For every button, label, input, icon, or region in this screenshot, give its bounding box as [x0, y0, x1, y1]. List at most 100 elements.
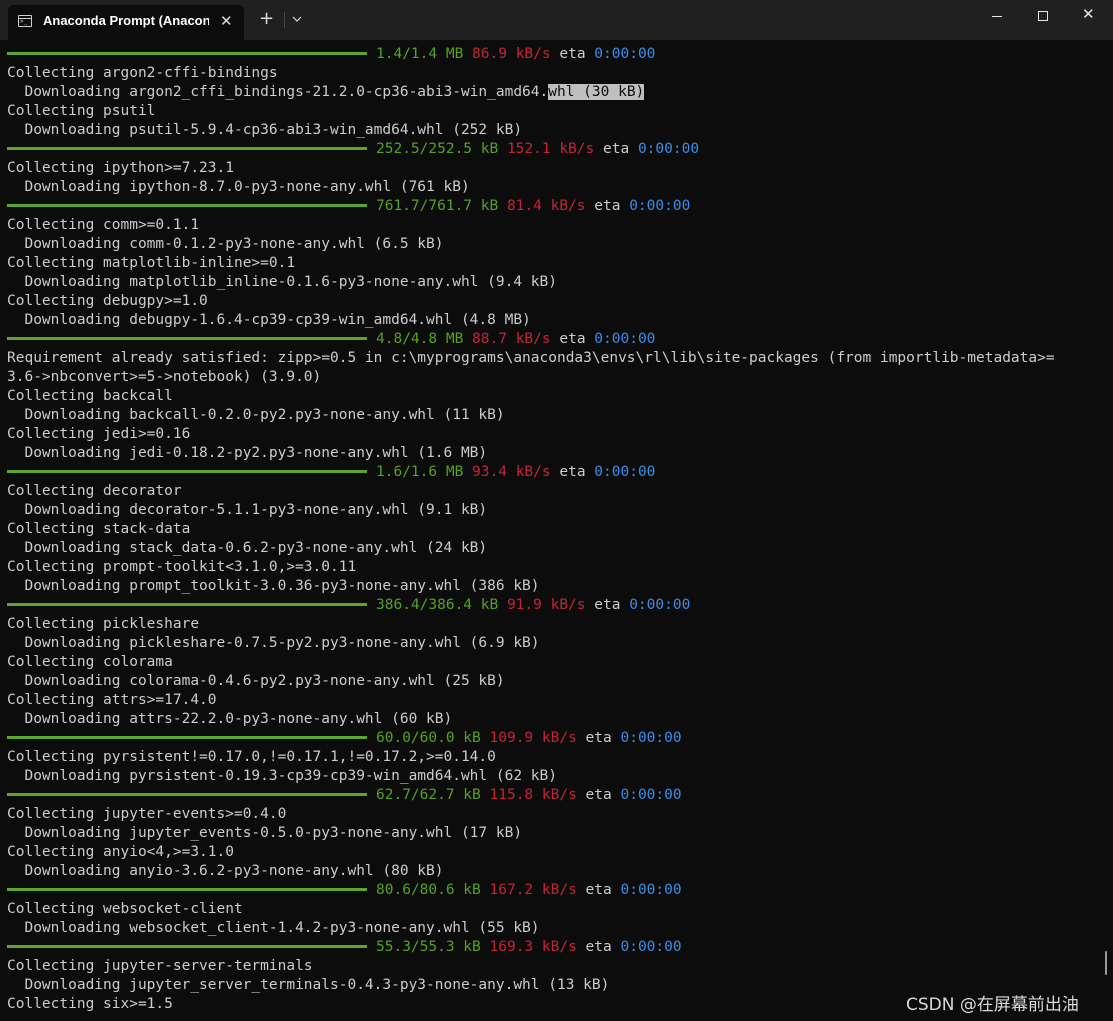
console-line: Downloading backcall-0.2.0-py2.py3-none-…	[7, 406, 505, 425]
chevron-down-icon[interactable]	[290, 9, 304, 29]
maximize-button[interactable]	[1020, 0, 1066, 32]
download-speed: 93.4 kB/s	[472, 464, 551, 480]
console-line: Downloading attrs-22.2.0-py3-none-any.wh…	[7, 710, 452, 729]
console-line: Downloading debugpy-1.6.4-cp39-cp39-win_…	[7, 311, 531, 330]
console-line: Downloading pickleshare-0.7.5-py2.py3-no…	[7, 634, 540, 653]
console-line: Collecting anyio<4,>=3.1.0	[7, 843, 234, 862]
console-line: Collecting debugpy>=1.0	[7, 292, 208, 311]
console-line: Collecting backcall	[7, 387, 173, 406]
download-size: 252.5/252.5 kB	[376, 141, 499, 157]
console-text: Collecting backcall	[7, 388, 173, 404]
download-speed: 88.7 kB/s	[472, 331, 551, 347]
console-text: Downloading psutil-5.9.4-cp36-abi3-win_a…	[7, 122, 523, 138]
console-line: Downloading prompt_toolkit-3.0.36-py3-no…	[7, 577, 540, 596]
eta-label: eta	[559, 46, 586, 62]
eta-value: 0:00:00	[620, 882, 682, 898]
console-text: Collecting jupyter-events>=0.4.0	[7, 806, 287, 822]
console-line: Downloading anyio-3.6.2-py3-none-any.whl…	[7, 862, 444, 881]
console-line: Collecting pickleshare	[7, 615, 199, 634]
scrollbar-thumb[interactable]	[1105, 951, 1107, 975]
console-text: Collecting debugpy>=1.0	[7, 293, 208, 309]
progress-bar	[7, 735, 367, 739]
console-line: Collecting pyrsistent!=0.17.0,!=0.17.1,!…	[7, 748, 496, 767]
progress-bar	[7, 602, 367, 606]
console-text: Downloading comm-0.1.2-py3-none-any.whl …	[7, 236, 444, 252]
progress-bar	[7, 203, 367, 207]
console-line: Collecting ipython>=7.23.1	[7, 159, 234, 178]
plus-icon[interactable]: +	[259, 9, 274, 29]
download-size: 1.6/1.6 MB	[376, 464, 464, 480]
console-text: Downloading ipython-8.7.0-py3-none-any.w…	[7, 179, 470, 195]
console-text: Collecting prompt-toolkit<3.1.0,>=3.0.11	[7, 559, 357, 575]
minimize-button[interactable]	[974, 0, 1020, 32]
eta-value: 0:00:00	[620, 787, 682, 803]
console-text: Downloading jedi-0.18.2-py2.py3-none-any…	[7, 445, 488, 461]
console-text: Downloading prompt_toolkit-3.0.36-py3-no…	[7, 578, 540, 594]
console-line: Collecting attrs>=17.4.0	[7, 691, 217, 710]
console-text: Collecting comm>=0.1.1	[7, 217, 200, 233]
eta-value: 0:00:00	[594, 46, 656, 62]
watermark: CSDN @在屏幕前出油	[906, 995, 1079, 1015]
console-line: Downloading pyrsistent-0.19.3-cp39-cp39-…	[7, 767, 557, 786]
console-text: Downloading debugpy-1.6.4-cp39-cp39-win_…	[7, 312, 531, 328]
download-speed: 81.4 kB/s	[506, 198, 586, 214]
console-text: Downloading decorator-5.1.1-py3-none-any…	[7, 502, 488, 518]
console-text: Downloading pickleshare-0.7.5-py2.py3-no…	[7, 635, 540, 651]
download-speed: 152.1 kB/s	[506, 141, 595, 157]
download-size: 4.8/4.8 MB	[376, 331, 464, 347]
console-text: Collecting psutil	[7, 103, 156, 119]
console-line: Downloading ipython-8.7.0-py3-none-any.w…	[7, 178, 470, 197]
console-text: Downloading pyrsistent-0.19.3-cp39-cp39-…	[7, 768, 557, 784]
eta-label: eta	[585, 730, 612, 746]
console-line: Downloading jupyter_server_terminals-0.4…	[7, 976, 609, 995]
progress-line: 761.7/761.7 kB 81.4 kB/s eta 0:00:00	[7, 197, 690, 216]
download-speed: 109.9 kB/s	[489, 730, 577, 746]
eta-value: 0:00:00	[620, 939, 682, 955]
console-line: Collecting prompt-toolkit<3.1.0,>=3.0.11	[7, 558, 356, 577]
download-size: 55.3/55.3 kB	[376, 939, 481, 955]
console-line: Downloading comm-0.1.2-py3-none-any.whl …	[7, 235, 444, 254]
console-line: Collecting websocket-client	[7, 900, 243, 919]
console-line: Collecting jupyter-events>=0.4.0	[7, 805, 286, 824]
progress-bar	[7, 469, 367, 473]
console-text: Downloading websocket_client-1.4.2-py3-n…	[7, 920, 540, 936]
console-text: Collecting jupyter-server-terminals	[7, 958, 313, 974]
close-icon[interactable]: ✕	[220, 12, 233, 30]
console-text: Collecting attrs>=17.4.0	[7, 692, 217, 708]
eta-value: 0:00:00	[594, 331, 656, 347]
tab-anaconda-prompt[interactable]: Anaconda Prompt (Anaconda ✕	[8, 5, 244, 40]
close-button[interactable]: ✕	[1066, 0, 1112, 32]
console-line: Downloading jupyter_events-0.5.0-py3-non…	[7, 824, 522, 843]
download-speed: 169.3 kB/s	[489, 939, 577, 955]
progress-line: 55.3/55.3 kB 169.3 kB/s eta 0:00:00	[7, 938, 682, 957]
console-line: 3.6->nbconvert>=5->notebook) (3.9.0)	[7, 368, 321, 387]
console-line: Downloading stack_data-0.6.2-py3-none-an…	[7, 539, 487, 558]
console-line: Downloading psutil-5.9.4-cp36-abi3-win_a…	[7, 121, 522, 140]
console-text: Downloading argon2_cffi_bindings-21.2.0-…	[7, 84, 549, 100]
eta-label: eta	[559, 464, 586, 480]
console-text: Collecting ipython>=7.23.1	[7, 160, 234, 176]
eta-label: eta	[585, 939, 612, 955]
console-text: Downloading backcall-0.2.0-py2.py3-none-…	[7, 407, 505, 423]
console-line: Downloading argon2_cffi_bindings-21.2.0-…	[7, 83, 645, 102]
console-text: Downloading anyio-3.6.2-py3-none-any.whl…	[7, 863, 444, 879]
selected-text: whl (30 kB)	[548, 84, 645, 100]
console-text: Collecting websocket-client	[7, 901, 243, 917]
progress-line: 386.4/386.4 kB 91.9 kB/s eta 0:00:00	[7, 596, 690, 615]
terminal-icon	[18, 15, 32, 27]
console-text: Downloading stack_data-0.6.2-py3-none-an…	[7, 540, 488, 556]
progress-line: 1.6/1.6 MB 93.4 kB/s eta 0:00:00	[7, 463, 655, 482]
console-text: Downloading colorama-0.4.6-py2.py3-none-…	[7, 673, 505, 689]
download-size: 1.4/1.4 MB	[376, 46, 464, 62]
console-text: Downloading jupyter_events-0.5.0-py3-non…	[7, 825, 523, 841]
console-text: Downloading jupyter_server_terminals-0.4…	[7, 977, 610, 993]
eta-value: 0:00:00	[620, 730, 682, 746]
console-output[interactable]: 1.4/1.4 MB 86.9 kB/s eta 0:00:00 Collecti…	[0, 44, 1100, 1021]
console-text: Collecting colorama	[7, 654, 173, 670]
console-text: Collecting decorator	[7, 483, 182, 499]
eta-label: eta	[594, 198, 621, 214]
progress-bar	[7, 336, 367, 340]
eta-label: eta	[585, 882, 612, 898]
console-line: Downloading jedi-0.18.2-py2.py3-none-any…	[7, 444, 487, 463]
console-text: Collecting pickleshare	[7, 616, 200, 632]
